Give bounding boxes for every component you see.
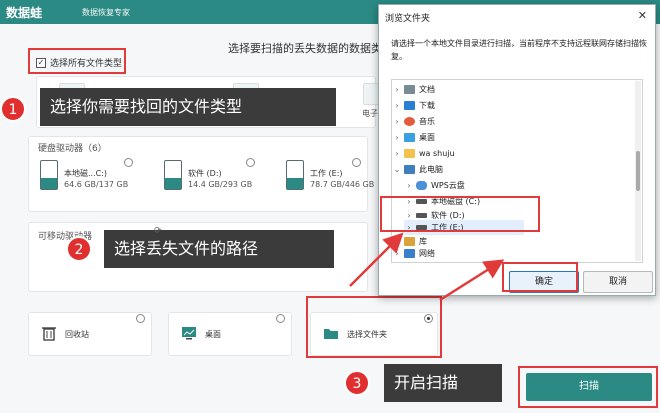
library-icon [404,237,415,246]
network-icon [404,249,415,258]
chevron-right-icon[interactable]: › [392,85,402,94]
folder-tree: › 文档 › 下载 › 音乐 › 桌面 › wa shuju ⌄ 此电脑 › W… [391,79,643,263]
email-type-label: 电子 [362,109,378,118]
highlight-box-ok [502,262,578,292]
browse-folder-dialog: 浏览文件夹 ✕ 请选择一个本地文件目录进行扫描，当前程序不支持远程联网存储扫描恢… [378,4,656,296]
tree-item-network[interactable]: › 网络 [392,246,435,261]
tree-item-wa-shuju[interactable]: › wa shuju [392,146,455,161]
tree-item-label: WPS云盘 [431,181,465,190]
app-logo: 数据蛙 [6,6,43,20]
location-recycle-bin[interactable]: 回收站 [28,312,152,356]
tree-item-label: 文档 [419,85,435,94]
tree-scrollbar[interactable] [635,81,641,261]
folder-icon [404,149,415,158]
drive-size: 14.4 GB/293 GB [188,180,253,189]
tree-item-documents[interactable]: › 文档 [392,82,435,97]
callout-badge: 2 [66,236,92,262]
tree-item-label: 此电脑 [419,165,443,174]
drive-size: 64.6 GB/137 GB [64,180,129,189]
desktop-icon [404,133,415,142]
download-icon [404,101,415,110]
music-icon [404,117,415,126]
chevron-right-icon[interactable]: › [392,101,402,110]
chevron-down-icon[interactable]: ⌄ [392,165,402,174]
highlight-box-select-all [28,48,126,74]
location-label: 桌面 [205,330,221,339]
drive-d[interactable]: 软件 (D:) 14.4 GB/293 GB [164,160,274,200]
desktop-radio[interactable] [276,314,285,323]
chevron-right-icon[interactable]: › [392,149,402,158]
recycle-bin-radio[interactable] [136,314,145,323]
chevron-right-icon[interactable]: › [392,249,402,258]
drive-icon [286,160,304,190]
trash-icon [42,327,56,341]
tree-item-desktop[interactable]: › 桌面 [392,130,435,145]
drive-c-radio[interactable] [124,158,133,167]
drive-name: 软件 (D:) [188,169,222,178]
dialog-description: 请选择一个本地文件目录进行扫描，当前程序不支持远程联网存储扫描恢复。 [391,39,647,61]
tree-item-label: 下载 [419,101,435,110]
drive-e-radio[interactable] [352,158,361,167]
documents-icon [404,85,415,94]
app-tagline: 数据恢复专家 [82,8,130,17]
chevron-right-icon[interactable]: › [392,133,402,142]
highlight-box-scan [518,366,658,408]
chevron-right-icon[interactable]: › [392,117,402,126]
drive-d-radio[interactable] [246,158,255,167]
highlight-box-drive-e [380,196,540,232]
tree-item-label: wa shuju [419,149,455,158]
monitor-icon [182,327,196,340]
scrollbar-thumb[interactable] [636,151,640,191]
location-desktop[interactable]: 桌面 [168,312,292,356]
hdd-section-label: 硬盘驱动器（6） [38,144,107,154]
tree-item-label: 音乐 [419,117,435,126]
callout-badge: 3 [344,370,370,396]
drive-size: 78.7 GB/446 GB [310,180,375,189]
computer-icon [404,165,415,174]
callout-2: 选择丢失文件的路径 [104,230,334,268]
cancel-button[interactable]: 取消 [583,271,653,293]
location-label: 回收站 [65,330,89,339]
drive-c[interactable]: 本地磁...C:) 64.6 GB/137 GB [40,160,150,200]
tree-item-music[interactable]: › 音乐 [392,114,435,129]
tree-item-label: 桌面 [419,133,435,142]
refresh-icon[interactable]: ⟳ [154,226,162,236]
drive-icon [40,160,58,190]
callout-3: 开启扫描 [384,364,502,402]
drive-name: 工作 (E:) [310,169,343,178]
tree-item-label: 网络 [419,249,435,258]
drive-icon [164,160,182,190]
chevron-right-icon[interactable]: › [404,181,414,190]
close-icon[interactable]: ✕ [638,9,647,22]
tree-item-downloads[interactable]: › 下载 [392,98,435,113]
tree-item-this-pc[interactable]: ⌄ 此电脑 [392,162,443,177]
drive-name: 本地磁...C:) [64,169,108,178]
chevron-right-icon[interactable]: › [392,237,402,246]
dialog-title: 浏览文件夹 [385,14,431,24]
cloud-icon [416,181,427,190]
highlight-box-select-folder [306,296,442,358]
page-heading: 选择要扫描的丢失数据的数据类 [228,42,382,55]
tree-item-wps-cloud[interactable]: › WPS云盘 [404,178,465,193]
callout-1: 选择你需要找回的文件类型 [40,88,336,126]
callout-badge: 1 [0,96,26,122]
